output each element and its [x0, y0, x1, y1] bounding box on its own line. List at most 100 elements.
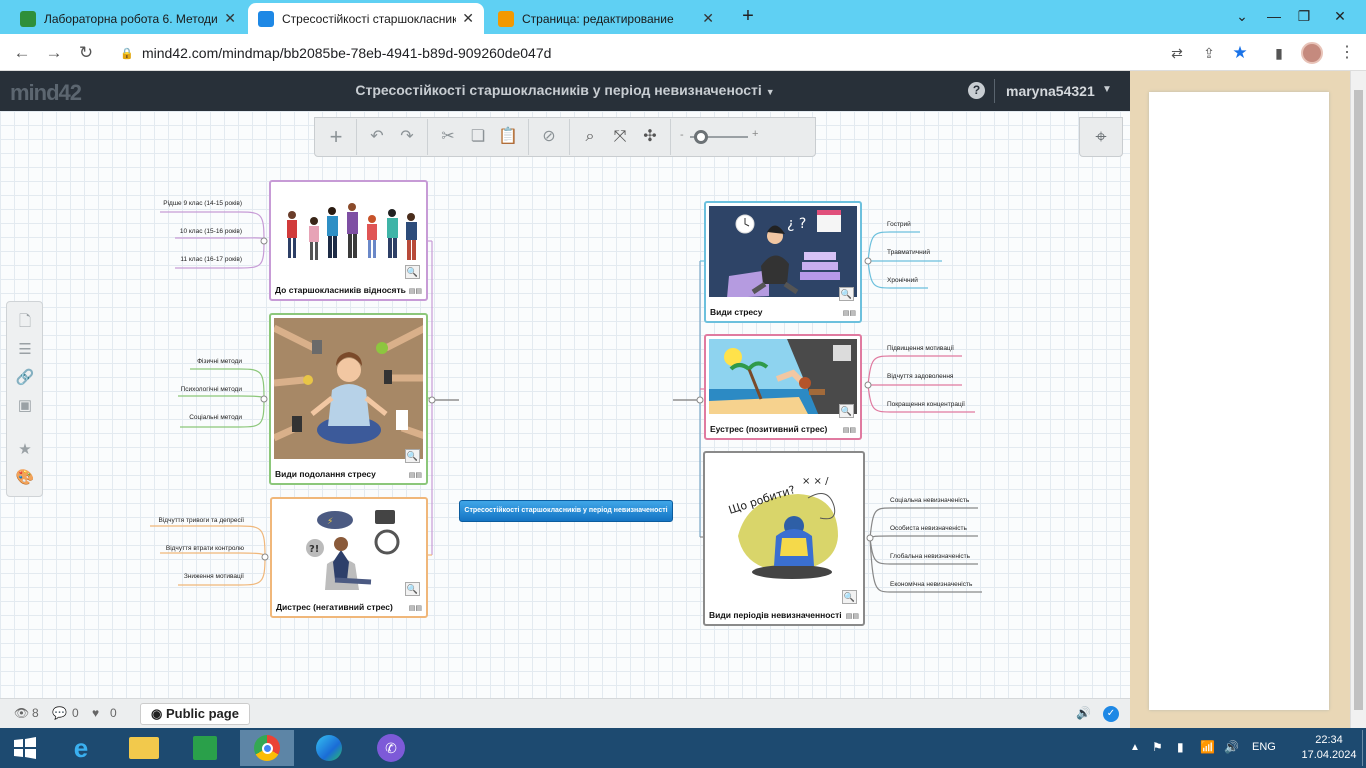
share-icon[interactable]: ⇪	[1198, 42, 1220, 64]
leaf-node[interactable]: Хронічний	[887, 277, 918, 284]
leaf-node[interactable]: Особиста невизначеність	[890, 525, 967, 532]
lock-icon: 🔒	[120, 47, 134, 60]
leaf-node[interactable]: Травматичний	[887, 249, 930, 256]
browser-menu-icon[interactable]: ⋮	[1336, 42, 1358, 64]
close-tab-icon[interactable]: ✕	[224, 10, 236, 27]
zoom-image-icon[interactable]: 🔍	[839, 404, 854, 418]
profile-avatar[interactable]	[1301, 42, 1323, 64]
translate-icon[interactable]: ⇄	[1166, 42, 1188, 64]
node-eustress[interactable]: 🔍 Еустрес (позитивний стрес) ▤▤	[704, 334, 862, 440]
what-to-do-illustration: Що робити? × × /	[708, 456, 860, 600]
mindmap-canvas[interactable]: + ↶ ↷ ✂ ❏ 📋 ⊘ ⌕ ⤧ ✣ - + ⌖ 🗋 ☰ 🔗 ▣ ★ 🎨 Рі…	[0, 111, 1130, 698]
new-tab-button[interactable]: +	[736, 5, 760, 29]
viber-icon[interactable]: ✆	[364, 730, 418, 766]
stressed-person-illustration: ¿ ?	[709, 206, 857, 297]
tab-mindmap[interactable]: Стресостійкості старшокласникі ✕	[248, 3, 484, 34]
chevron-down-icon[interactable]: ▼	[1102, 84, 1112, 95]
leaf-node[interactable]: Відчуття втрати контролю	[140, 545, 244, 552]
node-uncertainty[interactable]: Що робити? × × / 🔍 Види періодів невизна…	[703, 451, 865, 626]
side-panel-icon[interactable]: ▮	[1268, 42, 1290, 64]
flag-icon[interactable]: ⚑	[1152, 740, 1163, 754]
leaf-node[interactable]: Фізичні методи	[150, 358, 242, 365]
start-button[interactable]	[0, 730, 50, 766]
reload-button[interactable]: ↻	[74, 41, 98, 65]
mind42-logo[interactable]: mind42	[10, 80, 82, 106]
node-attachment-icons[interactable]: ▤▤	[409, 287, 422, 295]
eye-icon: ◉	[151, 706, 163, 721]
teenagers-illustration	[274, 185, 423, 275]
leaf-node[interactable]: Покращення концентрації	[887, 401, 965, 408]
tab-blogger-edit[interactable]: Страница: редактирование ✕	[488, 3, 724, 34]
map-title[interactable]: Стресостійкості старшокласників у період…	[280, 82, 850, 98]
map-title-text: Стресостійкості старшокласників у період…	[355, 82, 762, 98]
leaf-node[interactable]: Економічна невизначеність	[890, 581, 972, 588]
store-icon[interactable]	[180, 730, 230, 766]
minimize-button[interactable]: —	[1260, 4, 1288, 28]
leaf-node[interactable]: Рідше 9 клас (14-15 років)	[150, 200, 242, 207]
node-attachment-icons[interactable]: ▤▤	[843, 426, 856, 434]
back-button[interactable]: ←	[10, 41, 34, 65]
leaf-node[interactable]: Психологічні методи	[150, 386, 242, 393]
close-tab-icon[interactable]: ✕	[702, 10, 714, 27]
forward-button[interactable]: →	[42, 41, 66, 65]
tab-lab-work[interactable]: Лабораторна робота 6. Методи ✕	[10, 3, 246, 34]
comments-count: 0	[72, 706, 79, 720]
close-tab-icon[interactable]: ✕	[462, 10, 474, 27]
zoom-image-icon[interactable]: 🔍	[405, 582, 420, 596]
sound-icon[interactable]: 🔊	[1076, 706, 1091, 720]
public-page-button[interactable]: ◉ Public page	[140, 703, 250, 725]
node-attachment-icons[interactable]: ▤▤	[409, 471, 422, 479]
node-students[interactable]: 🔍 До старшокласників відносять ▤▤	[269, 180, 428, 301]
central-node[interactable]: Стресостійкості старшокласників у період…	[459, 500, 673, 522]
chrome-icon[interactable]	[240, 730, 294, 766]
system-clock[interactable]: 22:34 17.04.2024	[1296, 733, 1362, 763]
url-text: mind42.com/mindmap/bb2085be-78eb-4941-b8…	[142, 44, 552, 61]
node-stress-types[interactable]: ¿ ? 🔍 Види стресу ▤▤	[704, 201, 862, 323]
internet-explorer-icon[interactable]: e	[56, 730, 106, 766]
tab-title: Стресостійкості старшокласникі	[282, 11, 457, 26]
meditation-illustration	[274, 318, 423, 459]
leaf-node[interactable]: Гострий	[887, 221, 911, 228]
restore-button[interactable]: ❐	[1290, 4, 1318, 28]
url-bar[interactable]: 🔒 mind42.com/mindmap/bb2085be-78eb-4941-…	[108, 38, 1258, 67]
bookmark-star-icon[interactable]: ★	[1229, 42, 1251, 64]
leaf-node[interactable]: Зниження мотивації	[140, 573, 244, 580]
network-icon[interactable]: 📶	[1200, 740, 1215, 754]
leaf-node[interactable]: Глобальна невизначеність	[890, 553, 970, 560]
node-attachment-icons[interactable]: ▤▤	[846, 612, 859, 620]
leaf-node[interactable]: Відчуття задоволення	[887, 373, 953, 380]
user-menu[interactable]: maryna54321	[1006, 83, 1095, 99]
language-indicator[interactable]: ENG	[1252, 741, 1276, 753]
comments-icon[interactable]: 💬	[52, 706, 67, 720]
help-icon[interactable]: ?	[968, 82, 985, 99]
close-window-button[interactable]: ✕	[1326, 4, 1354, 28]
clock-time: 22:34	[1315, 734, 1343, 746]
leaf-node[interactable]: Відчуття тривоги та депресії	[140, 517, 245, 524]
node-caption: Види подолання стресу	[275, 469, 376, 479]
zoom-image-icon[interactable]: 🔍	[405, 449, 420, 463]
node-distress[interactable]: ⚡ ?! 🔍 Дистрес (негативний стрес) ▤▤	[270, 497, 428, 618]
leaf-node[interactable]: 11 клас (16-17 років)	[150, 256, 242, 263]
tab-search-icon[interactable]: ⌄	[1228, 4, 1256, 28]
edge-icon[interactable]	[302, 730, 356, 766]
volume-icon[interactable]: 🔊	[1224, 740, 1239, 754]
zoom-image-icon[interactable]: 🔍	[405, 265, 420, 279]
file-explorer-icon[interactable]	[118, 730, 170, 766]
battery-icon[interactable]: ▮	[1177, 740, 1184, 754]
zoom-image-icon[interactable]: 🔍	[839, 287, 854, 301]
document-page[interactable]	[1149, 92, 1329, 710]
leaf-node[interactable]: 10 клас (15-16 років)	[150, 228, 242, 235]
views-icon: 👁	[14, 706, 30, 720]
node-attachment-icons[interactable]: ▤▤	[409, 604, 422, 612]
leaf-node[interactable]: Соціальні методи	[150, 414, 242, 421]
show-desktop-button[interactable]	[1362, 730, 1366, 766]
node-attachment-icons[interactable]: ▤▤	[843, 309, 856, 317]
node-coping[interactable]: 🔍 Види подолання стресу ▤▤	[269, 313, 428, 485]
scrollbar-thumb[interactable]	[1354, 90, 1363, 710]
leaf-node[interactable]: Соціальна невизначеність	[890, 497, 969, 504]
heart-icon[interactable]: ♥	[92, 706, 99, 720]
views-count: 8	[32, 706, 39, 720]
zoom-image-icon[interactable]: 🔍	[842, 590, 857, 604]
leaf-node[interactable]: Підвищення мотивації	[887, 345, 954, 352]
tray-chevron-icon[interactable]: ▲	[1130, 742, 1140, 753]
